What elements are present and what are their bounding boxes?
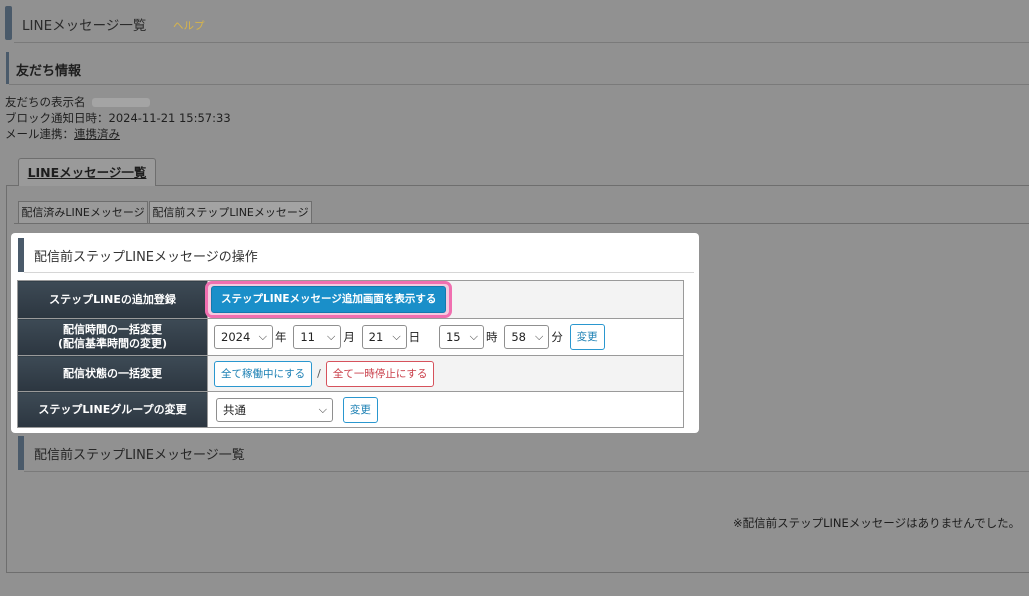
mail-label: メール連携： bbox=[5, 127, 74, 141]
time-change-button[interactable]: 変更 bbox=[569, 324, 605, 350]
hour-select[interactable]: 15 ⌵ bbox=[438, 325, 484, 349]
table-row: ステップLINEの追加登録 ステップLINEメッセージ追加画面を表示する bbox=[17, 280, 684, 319]
table-row: 配信時間の一括変更 (配信基準時間の変更) 2024 ⌵ 年 11 ⌵ 月 21 ⌵ 日 1… bbox=[17, 318, 684, 356]
block-notification-time: ブロック通知日時：2024-11-21 15:57:33 bbox=[5, 111, 231, 125]
bulk-time-cell: 2024 ⌵ 年 11 ⌵ 月 21 ⌵ 日 15 ⌵ 時 58 ⌵ 分 変更 bbox=[207, 318, 684, 356]
operations-accent-bar bbox=[18, 238, 24, 272]
bulk-time-label-line1: 配信時間の一括変更 bbox=[63, 323, 162, 336]
subtab-pending-step-messages[interactable]: 配信前ステップLINEメッセージ bbox=[149, 201, 312, 224]
help-link[interactable]: ヘルプ bbox=[173, 18, 205, 33]
add-step-cell: ステップLINEメッセージ追加画面を表示する bbox=[205, 280, 684, 319]
chevron-down-icon: ⌵ bbox=[258, 330, 267, 343]
step-group-select[interactable]: 共通 ⌵ bbox=[216, 397, 333, 422]
month-unit: 月 bbox=[343, 330, 355, 344]
bulk-time-label-line2: (配信基準時間の変更) bbox=[57, 337, 168, 350]
group-change-button[interactable]: 変更 bbox=[342, 396, 378, 423]
operations-table: ステップLINEの追加登録 ステップLINEメッセージ追加画面を表示する 配信時… bbox=[17, 280, 684, 428]
page-title: LINEメッセージ一覧 bbox=[22, 18, 147, 34]
day-unit: 日 bbox=[408, 330, 421, 344]
list-divider bbox=[24, 471, 1029, 472]
list-accent-bar bbox=[18, 436, 24, 470]
add-step-label: ステップLINEの追加登録 bbox=[17, 280, 208, 319]
minute-value: 58 bbox=[511, 330, 526, 344]
year-unit: 年 bbox=[275, 330, 287, 344]
friend-display-name: 友だちの表示名 bbox=[5, 94, 150, 110]
mail-link-status: メール連携：連携済み bbox=[5, 126, 120, 142]
bulk-status-change-label: 配信状態の一括変更 bbox=[17, 355, 208, 392]
friend-section-divider bbox=[9, 84, 1029, 85]
year-select[interactable]: 2024 ⌵ bbox=[214, 325, 273, 349]
chevron-down-icon: ⌵ bbox=[318, 402, 327, 416]
mail-linked-link[interactable]: 連携済み bbox=[74, 127, 120, 141]
tab-line-messages[interactable]: LINEメッセージ一覧 bbox=[18, 158, 156, 186]
year-value: 2024 bbox=[221, 330, 251, 344]
list-title: 配信前ステップLINEメッセージ一覧 bbox=[34, 448, 245, 463]
chevron-down-icon: ⌵ bbox=[392, 330, 401, 343]
show-add-step-message-button[interactable]: ステップLINEメッセージ追加画面を表示する bbox=[211, 286, 447, 313]
chevron-down-icon: ⌵ bbox=[326, 330, 336, 343]
step-group-cell: 共通 ⌵ 変更 bbox=[207, 391, 684, 428]
minute-select[interactable]: 58 ⌵ bbox=[504, 325, 550, 349]
day-value: 21 bbox=[368, 330, 384, 344]
activate-all-button[interactable]: 全て稼働中にする bbox=[214, 360, 313, 387]
operations-title: 配信前ステップLINEメッセージの操作 bbox=[34, 250, 258, 265]
minute-unit: 分 bbox=[551, 330, 563, 344]
hour-value: 15 bbox=[445, 330, 461, 344]
month-select[interactable]: 11 ⌵ bbox=[293, 325, 342, 349]
subtab-divider bbox=[14, 223, 1029, 224]
friend-section-title: 友だち情報 bbox=[16, 64, 82, 79]
friend-section-accent-bar bbox=[6, 52, 9, 84]
bulk-time-change-label: 配信時間の一括変更 (配信基準時間の変更) bbox=[17, 318, 208, 356]
empty-list-message: ※配信前ステップLINEメッセージはありませんでした。 bbox=[733, 516, 1021, 530]
redacted-name bbox=[91, 98, 150, 107]
header-accent-bar bbox=[5, 6, 12, 40]
step-group-change-label: ステップLINEグループの変更 bbox=[17, 391, 208, 428]
table-row: 配信状態の一括変更 全て稼働中にする / 全て一時停止にする bbox=[17, 355, 684, 392]
header-divider bbox=[14, 42, 1029, 43]
pause-all-button[interactable]: 全て一時停止にする bbox=[325, 360, 435, 387]
operations-divider bbox=[24, 272, 694, 273]
step-group-value: 共通 bbox=[223, 402, 246, 417]
bulk-status-cell: 全て稼働中にする / 全て一時停止にする bbox=[207, 355, 684, 392]
status-separator: / bbox=[317, 367, 321, 380]
display-name-label: 友だちの表示名 bbox=[5, 95, 86, 109]
tab-line-messages-label: LINEメッセージ一覧 bbox=[27, 165, 147, 180]
month-value: 11 bbox=[300, 330, 315, 344]
table-row: ステップLINEグループの変更 共通 ⌵ 変更 bbox=[17, 391, 684, 428]
subtab-sent-messages[interactable]: 配信済みLINEメッセージ bbox=[18, 201, 148, 224]
chevron-down-icon: ⌵ bbox=[534, 330, 544, 343]
chevron-down-icon: ⌵ bbox=[469, 330, 478, 343]
hour-unit: 時 bbox=[485, 330, 498, 344]
highlight-frame: ステップLINEメッセージ追加画面を表示する bbox=[205, 281, 453, 318]
day-select[interactable]: 21 ⌵ bbox=[361, 325, 407, 349]
